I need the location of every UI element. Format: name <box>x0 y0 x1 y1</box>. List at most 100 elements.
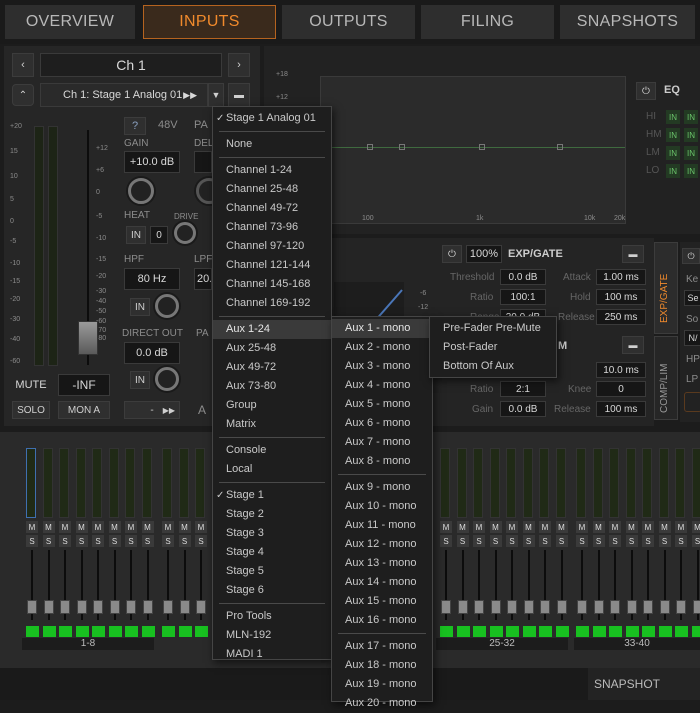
mute-button[interactable]: M <box>626 521 638 533</box>
select-indicator[interactable] <box>59 626 72 637</box>
source-menu-item[interactable]: Local <box>213 460 331 479</box>
release-value[interactable]: 250 ms <box>596 309 646 325</box>
channel-fader[interactable] <box>110 600 120 614</box>
mute-button[interactable]: M <box>195 521 207 533</box>
channel-fader[interactable] <box>93 600 103 614</box>
channel-fader[interactable] <box>27 600 37 614</box>
channel-fader[interactable] <box>143 600 153 614</box>
source-menu-item[interactable]: Channel 1-24 <box>213 161 331 180</box>
solo-button[interactable]: S <box>576 535 588 547</box>
aux-menu-item[interactable]: Aux 14 - mono <box>332 573 432 592</box>
solo-button[interactable]: S <box>162 535 174 547</box>
mute-button[interactable]: M <box>675 521 687 533</box>
mute-button[interactable]: MUTE <box>12 374 50 396</box>
source-menu-item[interactable]: Channel 145-168 <box>213 275 331 294</box>
eq-lo-in2[interactable]: IN <box>684 164 698 178</box>
solo-button[interactable]: S <box>179 535 191 547</box>
select-indicator[interactable] <box>593 626 606 637</box>
direct-out-knob[interactable] <box>155 367 179 391</box>
gain-knob[interactable] <box>128 178 154 204</box>
solo-button[interactable]: S <box>76 535 88 547</box>
attack-value[interactable]: 1.00 ms <box>596 269 646 285</box>
complim-folder-button[interactable]: ▬ <box>622 336 644 354</box>
side-toggle[interactable] <box>684 392 700 412</box>
source-menu-item[interactable]: Aux 73-80 <box>213 377 331 396</box>
select-indicator[interactable] <box>556 626 569 637</box>
solo-button[interactable]: SOLO <box>12 401 50 419</box>
select-indicator[interactable] <box>125 626 138 637</box>
mute-button[interactable]: M <box>142 521 154 533</box>
solo-button[interactable]: S <box>556 535 568 547</box>
solo-button[interactable]: S <box>506 535 518 547</box>
aux-menu-item[interactable]: Aux 6 - mono <box>332 414 432 433</box>
channel-fader[interactable] <box>474 600 484 614</box>
phantom-power-label[interactable]: 48V <box>158 119 178 131</box>
folder-button[interactable]: ▬ <box>228 83 250 107</box>
hpf-knob[interactable] <box>155 294 179 318</box>
eq-hi-in[interactable]: IN <box>666 110 680 124</box>
solo-button[interactable]: S <box>195 535 207 547</box>
complim-attack-value[interactable]: 10.0 ms <box>596 362 646 378</box>
source-menu-item[interactable]: Pro Tools <box>213 607 331 626</box>
select-indicator[interactable] <box>179 626 192 637</box>
aux-menu-item[interactable]: Aux 18 - mono <box>332 656 432 675</box>
source-menu-item[interactable]: Group <box>213 396 331 415</box>
channel-fader[interactable] <box>577 600 587 614</box>
expgate-percent[interactable]: 100% <box>466 245 502 263</box>
mute-button[interactable]: M <box>59 521 71 533</box>
source-menu-item[interactable]: Stage 1 <box>213 486 331 505</box>
eq-lo-in[interactable]: IN <box>666 164 680 178</box>
eq-power-button[interactable]: ⏻ <box>636 82 656 100</box>
complim-ratio-value[interactable]: 2:1 <box>500 381 546 397</box>
tab-complim-side[interactable]: COMP/LIM <box>654 336 678 420</box>
channel-fader[interactable] <box>44 600 54 614</box>
source-menu-item[interactable]: Stage 1 Analog 01 <box>213 109 331 128</box>
complim-gain-value[interactable]: 0.0 dB <box>500 401 546 417</box>
aux-tap-menu-item[interactable]: Pre-Fader Pre-Mute <box>430 319 556 338</box>
select-indicator[interactable] <box>457 626 470 637</box>
channel-fader[interactable] <box>643 600 653 614</box>
aux-tap-menu-item[interactable]: Bottom Of Aux <box>430 357 556 376</box>
channel-fader[interactable] <box>676 600 686 614</box>
mute-button[interactable]: M <box>642 521 654 533</box>
source-menu-item[interactable]: MADI 1 <box>213 645 331 664</box>
mute-button[interactable]: M <box>523 521 535 533</box>
source-menu-item[interactable]: Channel 25-48 <box>213 180 331 199</box>
knee-value[interactable]: 0 <box>596 381 646 397</box>
channel-fader[interactable] <box>126 600 136 614</box>
direct-out-value[interactable]: 0.0 dB <box>124 342 180 364</box>
mute-button[interactable]: M <box>440 521 452 533</box>
channel-fader[interactable] <box>507 600 517 614</box>
mute-button[interactable]: M <box>125 521 137 533</box>
solo-button[interactable]: S <box>440 535 452 547</box>
solo-button[interactable]: S <box>457 535 469 547</box>
mute-button[interactable]: M <box>659 521 671 533</box>
channel-fader-cap[interactable] <box>78 321 98 355</box>
select-indicator[interactable] <box>626 626 639 637</box>
source-menu-item[interactable]: Aux 1-24 <box>213 320 331 339</box>
mute-button[interactable]: M <box>109 521 121 533</box>
mute-button[interactable]: M <box>556 521 568 533</box>
ratio-value[interactable]: 100:1 <box>500 289 546 305</box>
solo-button[interactable]: S <box>692 535 700 547</box>
select-indicator[interactable] <box>659 626 672 637</box>
channel-fader[interactable] <box>557 600 567 614</box>
eq-band-node[interactable] <box>399 144 405 150</box>
select-indicator[interactable] <box>195 626 208 637</box>
bank-label[interactable]: 25-32 <box>436 638 568 650</box>
heat-value[interactable]: 0 <box>150 226 168 244</box>
mute-button[interactable]: M <box>92 521 104 533</box>
select-indicator[interactable] <box>609 626 622 637</box>
channel-fader[interactable] <box>594 600 604 614</box>
direct-in-button[interactable]: IN <box>130 371 150 389</box>
mute-button[interactable]: M <box>162 521 174 533</box>
help-button[interactable]: ? <box>124 117 146 135</box>
solo-button[interactable]: S <box>659 535 671 547</box>
source-menu-item[interactable]: Channel 49-72 <box>213 199 331 218</box>
threshold-value[interactable]: 0.0 dB <box>500 269 546 285</box>
source-menu-item[interactable]: Channel 73-96 <box>213 218 331 237</box>
channel-fader[interactable] <box>60 600 70 614</box>
solo-button[interactable]: S <box>92 535 104 547</box>
solo-button[interactable]: S <box>26 535 38 547</box>
eq-lm-in2[interactable]: IN <box>684 146 698 160</box>
